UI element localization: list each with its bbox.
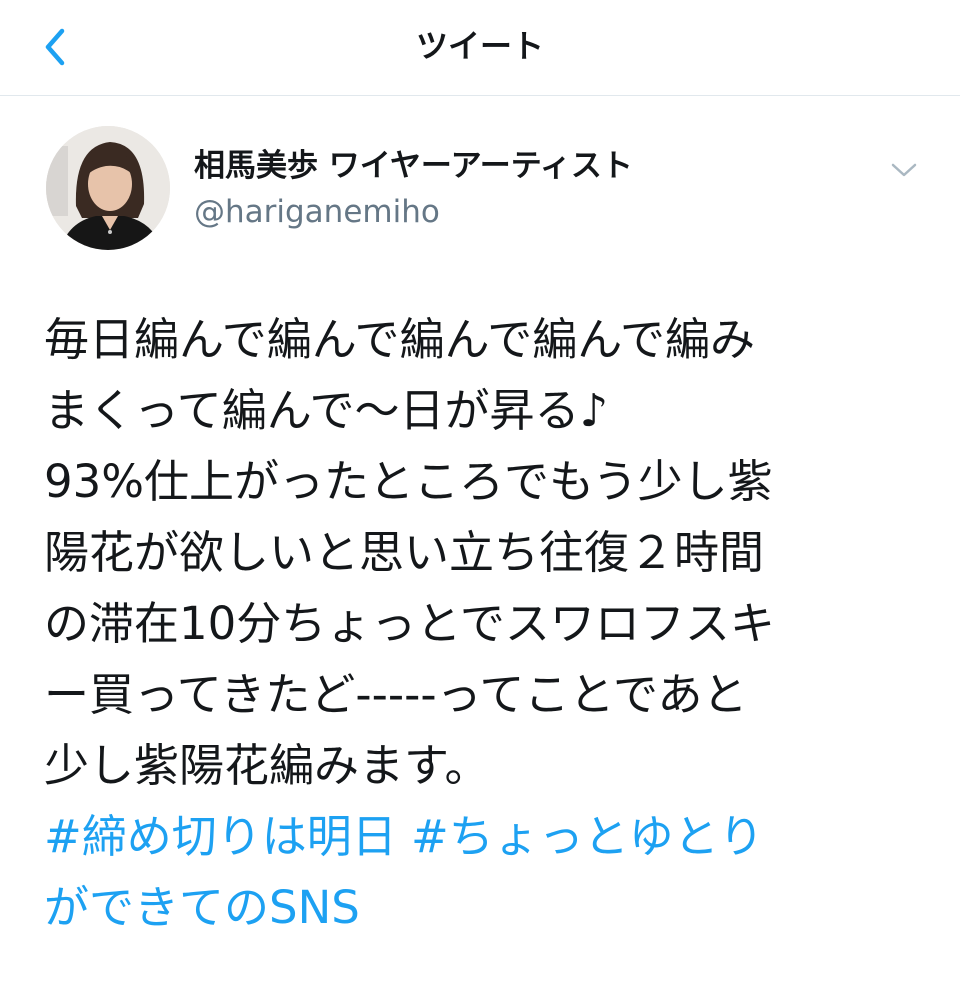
hashtag-deadline[interactable]: #締め切りは明日 bbox=[44, 810, 397, 863]
tweet-header: 相馬美歩 ワイヤーアーティスト @hariganemiho bbox=[0, 96, 960, 286]
hashtag-line: ができてのSNS bbox=[44, 872, 924, 943]
tweet-text: 毎日編んで編んで編んで編んで編み まくって編んで〜日が昇る♪ 93%仕上がったと… bbox=[44, 304, 924, 943]
tweet-line: 陽花が欲しいと思い立ち往復２時間 bbox=[44, 526, 765, 579]
tweet-line: ー買ってきたど-----ってことであと bbox=[44, 668, 748, 721]
nav-bar: ツイート bbox=[0, 0, 960, 96]
more-options-button[interactable] bbox=[882, 152, 926, 188]
tweet-line: の滞在10分ちょっとでスワロフスキ bbox=[44, 597, 775, 650]
chevron-down-icon bbox=[891, 163, 917, 177]
tweet-line: 93%仕上がったところでもう少し紫 bbox=[44, 455, 773, 508]
tweet-line: まくって編んで〜日が昇る♪ bbox=[44, 384, 609, 437]
avatar-photo bbox=[46, 126, 170, 250]
author-handle[interactable]: @hariganemiho bbox=[194, 192, 440, 232]
tweet-line: 毎日編んで編んで編んで編んで編み bbox=[44, 313, 756, 366]
author-name[interactable]: 相馬美歩 ワイヤーアーティスト bbox=[194, 146, 633, 186]
page-title: ツイート bbox=[415, 27, 544, 65]
hashtag-line: #締め切りは明日 #ちょっとゆとり bbox=[44, 801, 924, 872]
hashtag-sns-continued[interactable]: ができてのSNS bbox=[44, 881, 360, 934]
hashtag-sns[interactable]: #ちょっとゆとり bbox=[411, 810, 764, 863]
tweet-line: 少し紫陽花編みます。 bbox=[44, 739, 490, 792]
avatar[interactable] bbox=[46, 126, 170, 250]
